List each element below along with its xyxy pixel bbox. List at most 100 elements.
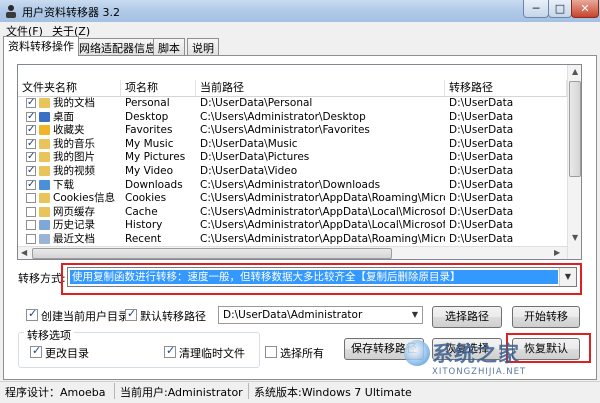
create-user-dir-label: 创建当前用户目录 [41,310,129,323]
item-name: Cookies [125,192,167,205]
row-checkbox[interactable] [26,97,36,109]
status-separator [114,383,115,399]
vertical-scroll-thumb[interactable] [569,81,581,177]
target-path-value: D:\UserData\Administrator [223,309,363,321]
select-all-label: 选择所有 [280,347,324,360]
folder-name: 下载 [53,178,74,191]
row-checkbox[interactable] [26,178,36,191]
target-path-select[interactable]: D:\UserData\Administrator ▼ [218,306,423,324]
folder-name: 网页缓存 [53,205,95,218]
table-row[interactable]: 我的视频 My Video D:\UserData\Video D:\UserData [18,164,567,178]
scroll-down-arrow-icon[interactable]: ▼ [572,233,578,242]
row-checkbox[interactable] [26,234,36,244]
tab-network[interactable]: 网络适配器信息 [74,38,161,55]
current-path: C:\Users\Administrator\AppData\Local\Mic… [200,205,445,218]
clean-temp-checkbox[interactable] [164,344,176,358]
current-path: C:\Users\Administrator\Favorites [200,124,370,137]
row-checkbox[interactable] [26,206,36,217]
column-header-current-path[interactable]: 当前路径 [196,80,445,96]
row-checkbox[interactable] [26,193,36,204]
history-icon [39,220,50,231]
default-path-checkbox[interactable] [125,307,137,321]
horizontal-scroll-thumb[interactable] [32,248,392,259]
item-name: My Pictures [125,151,186,164]
select-all-checkbox[interactable] [265,346,277,358]
target-path: D:\UserData [449,124,514,137]
folder-name: 我的文档 [53,97,95,109]
tab-help[interactable]: 说明 [187,38,219,55]
highlight-box [61,263,582,295]
scroll-right-arrow-icon[interactable]: ▶ [554,248,560,257]
row-checkbox[interactable] [26,164,36,177]
folder-icon [39,193,50,204]
folder-icon [39,206,50,217]
table-header: 文件夹名称 项名称 当前路径 转移路径 [18,80,567,97]
target-path: D:\UserData [449,178,514,191]
row-checkbox[interactable] [26,137,36,150]
choose-path-button[interactable]: 选择路径 [432,306,502,328]
column-header-target-path[interactable]: 转移路径 [445,80,567,96]
row-checkbox[interactable] [26,110,36,123]
change-dir-checkbox[interactable] [30,344,42,358]
target-path: D:\UserData [449,219,514,232]
tab-script[interactable]: 脚本 [153,38,185,55]
item-name: History [125,219,163,232]
table-row[interactable]: 网页缓存 Cache C:\Users\Administrator\AppData\… [18,206,567,219]
table-row[interactable]: 最近文档 Recent C:\Users\Administrator\AppData… [18,233,567,246]
table-row[interactable]: 我的文档 Personal D:\UserData\Personal D:\UserD… [18,97,567,110]
column-header-item[interactable]: 项名称 [121,80,196,96]
column-header-folder[interactable]: 文件夹名称 [18,80,121,96]
row-checkbox[interactable] [26,150,36,163]
create-user-dir-checkbox[interactable] [26,307,38,321]
target-path: D:\UserData [449,233,514,245]
current-path: C:\Users\Administrator\Desktop [200,110,366,123]
table-row[interactable]: Cookies信息 Cookies C:\Users\Administrator\A… [18,192,567,205]
item-name: Cache [125,205,158,218]
maximize-button[interactable]: □ [548,0,572,18]
pictures-icon [39,152,50,163]
close-button[interactable]: ✕ [571,0,599,18]
item-name: Desktop [125,110,169,123]
window-title: 用户资料转移器 3.2 [22,6,120,19]
start-transfer-button[interactable]: 开始转移 [512,306,580,328]
row-checkbox[interactable] [26,220,36,231]
clean-temp-label: 清理临时文件 [179,347,245,360]
item-name: Downloads [125,178,183,191]
folder-name: Cookies信息 [53,192,116,205]
folder-name: 我的图片 [53,151,95,164]
current-path: D:\UserData\Pictures [200,151,310,164]
current-path: C:\Users\Administrator\AppData\Roaming\M… [200,192,445,205]
minimize-button[interactable]: ─ [523,0,549,18]
current-path: C:\Users\Administrator\AppData\Local\Mic… [200,219,445,232]
folder-name: 收藏夹 [53,124,85,137]
folder-name: 我的音乐 [53,137,95,150]
table-row[interactable]: 收藏夹 Favorites C:\Users\Administrator\Favor… [18,123,567,137]
table-row[interactable]: 历史记录 History C:\Users\Administrator\AppDat… [18,219,567,232]
horizontal-scrollbar[interactable]: ◀ ▶ [18,246,567,259]
target-path: D:\UserData [449,151,514,164]
watermark-url: XITONGZHIJIA.NET [432,367,527,377]
target-path: D:\UserData [449,110,514,123]
table-row[interactable]: 桌面 Desktop C:\Users\Administrator\Desktop D… [18,110,567,124]
tab-transfer[interactable]: 资料转移操作 [3,36,79,56]
target-path: D:\UserData [449,205,514,218]
chevron-down-icon[interactable]: ▼ [408,307,422,323]
table-row[interactable]: 我的图片 My Pictures D:\UserData\Pictures D:\Us… [18,150,567,164]
current-path: D:\UserData\Music [200,137,298,150]
scroll-left-arrow-icon[interactable]: ◀ [21,248,27,257]
table-row[interactable]: 我的音乐 My Music D:\UserData\Music D:\UserData [18,137,567,151]
target-path: D:\UserData [449,192,514,205]
table-body: 我的文档 Personal D:\UserData\Personal D:\UserD… [18,97,567,246]
current-path: D:\UserData\Video [200,165,298,177]
watermark-title: 系统之家 [432,342,520,366]
status-os-version: 系统版本:Windows 7 Ultimate [254,386,412,399]
scroll-up-arrow-icon[interactable]: ▲ [572,67,578,76]
item-name: Personal [125,97,170,109]
vertical-scrollbar[interactable]: ▲ ▼ [567,65,581,259]
row-checkbox[interactable] [26,123,36,136]
folder-icon [39,98,50,108]
table-row[interactable]: 下载 Downloads C:\Users\Administrator\Downlo… [18,178,567,192]
download-icon [39,179,50,190]
folder-table[interactable]: 文件夹名称 项名称 当前路径 转移路径 我的文档 Personal D:\UserD… [17,64,582,260]
document-icon [39,234,50,244]
